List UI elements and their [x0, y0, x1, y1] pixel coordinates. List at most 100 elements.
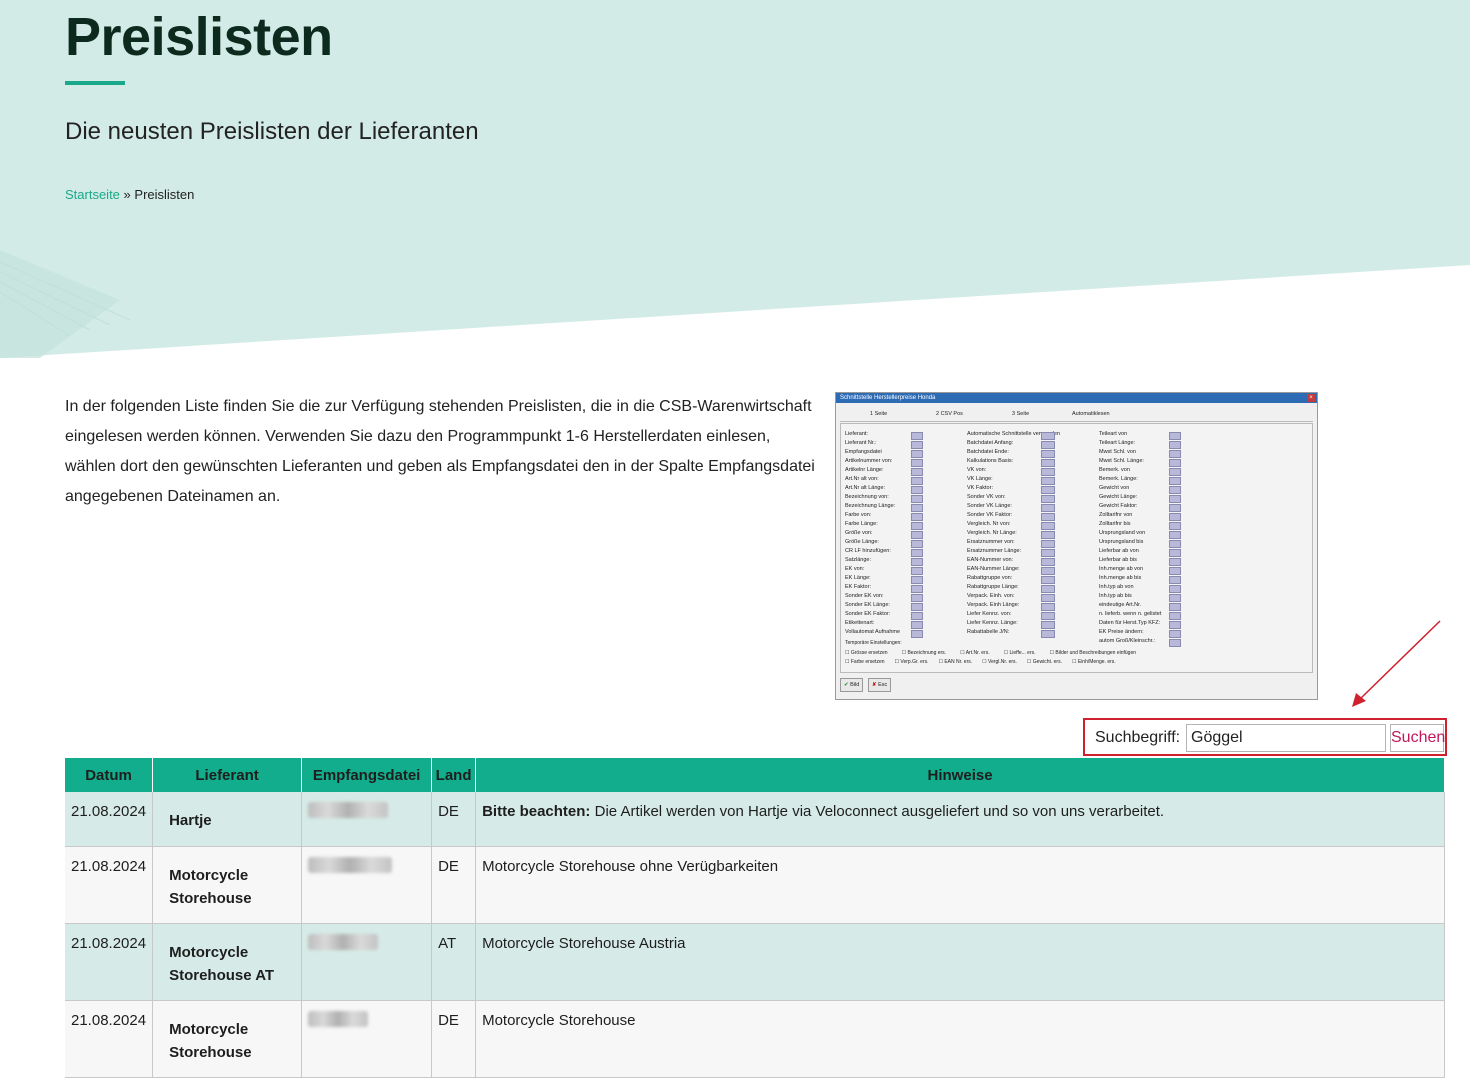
- cell-supplier: Motorcycle Storehouse: [152, 846, 303, 924]
- screenshot-field-label: Lieferant Nr.:: [845, 440, 877, 446]
- screenshot-field-label: Art.Nr alt von:: [845, 476, 879, 482]
- screenshot-field-label: Bezeichnung von:: [845, 494, 889, 500]
- screenshot-field-row: Teileart von: [1099, 430, 1311, 440]
- screenshot-field-row: Artikelnummer von:: [845, 457, 963, 467]
- screenshot-field-row: Inh.menge ab bis: [1099, 574, 1311, 584]
- screenshot-field-label: Inh.menge ab bis: [1099, 575, 1142, 581]
- screenshot-field-row: Inh.typ ab bis: [1099, 592, 1311, 602]
- screenshot-field-label: eindeutige Art.Nr.: [1099, 602, 1142, 608]
- screenshot-field-row: Bezeichnung Länge:: [845, 502, 963, 512]
- screenshot-field-row: Sonder VK Länge:: [967, 502, 1095, 512]
- screenshot-field-row: Sonder VK Faktor:: [967, 511, 1095, 521]
- breadcrumb-home-link[interactable]: Startseite: [65, 187, 120, 202]
- screenshot-field-row: Rabattabelle J/N:: [967, 628, 1095, 638]
- screenshot-field-label: Sonder EK Faktor:: [845, 611, 891, 617]
- screenshot-ok-button: ✔ Bild: [840, 678, 864, 692]
- screenshot-field-label: Sonder EK Länge:: [845, 602, 890, 608]
- screenshot-field-row: Sonder VK von:: [967, 493, 1095, 503]
- screenshot-field-row: Inh.menge ab von: [1099, 565, 1311, 575]
- screenshot-field-label: EAN-Nummer von:: [967, 557, 1014, 563]
- screenshot-field-label: Verpack. Einh. von:: [967, 593, 1015, 599]
- search-button[interactable]: Suchen: [1390, 724, 1445, 752]
- screenshot-field-label: EK von:: [845, 566, 865, 572]
- redacted-filename: [308, 856, 393, 873]
- screenshot-field-row: CR LF hinzufügen:: [845, 547, 963, 557]
- breadcrumb-separator: »: [123, 187, 131, 202]
- cell-country: DE: [431, 846, 477, 924]
- screenshot-checkbox-label: Lieffe... ers.: [1009, 650, 1036, 656]
- screenshot-checkbox-label: Gewicht. ers.: [1032, 659, 1062, 665]
- screenshot-field-row: eindeutige Art.Nr.: [1099, 601, 1311, 611]
- screenshot-field-row: Batchdatei Anfang:: [967, 439, 1095, 449]
- screenshot-esc-button: ✘ Esc: [867, 678, 892, 692]
- screenshot-field-row: VK Länge:: [967, 475, 1095, 485]
- screenshot-field-row: Vergleich. Nr Länge:: [967, 529, 1095, 539]
- screenshot-field-row: Vergleich. Nr von:: [967, 520, 1095, 530]
- screenshot-tab: 2 CSV Pos: [936, 411, 963, 417]
- screenshot-field-label: Etikettenart:: [845, 620, 875, 626]
- cell-notes: Motorcycle Storehouse ohne Verügbarkeite…: [475, 846, 1445, 924]
- breadcrumb: Startseite » Preislisten: [65, 187, 194, 202]
- screenshot-checkbox-label: Art.Nr. ers.: [965, 650, 990, 656]
- screenshot-field-row: Satzlänge:: [845, 556, 963, 566]
- cell-notes: Bitte beachten: Die Artikel werden von H…: [475, 792, 1445, 847]
- breadcrumb-current: Preislisten: [134, 187, 195, 202]
- cell-notes: Motorcycle Storehouse: [475, 1000, 1445, 1078]
- screenshot-field-label: Art.Nr alt Länge:: [845, 485, 886, 491]
- intro-text: In der folgenden Liste finden Sie die zu…: [65, 398, 815, 505]
- screenshot-field-row: Liefer Kennz. Länge:: [967, 619, 1095, 629]
- screenshot-field-label: EK Preise ändern:: [1099, 629, 1144, 635]
- screenshot-field-row: Rabattgruppe von:: [967, 574, 1095, 584]
- column-header-country: Land: [431, 758, 477, 792]
- screenshot-field-row: Automatische Schnittstelle verwenden: [967, 430, 1095, 440]
- screenshot-field-label: Mwst Schl. von: [1099, 449, 1136, 455]
- screenshot-field-label: Sonder VK Faktor:: [967, 512, 1013, 518]
- screenshot-field-row: Sonder EK von:: [845, 592, 963, 602]
- search-label: Suchbegriff:: [1095, 729, 1181, 746]
- notes-text: Die Artikel werden von Hartje via Veloco…: [590, 803, 1165, 820]
- screenshot-field-row: Daten für Herst.Typ KFZ:: [1099, 619, 1311, 629]
- screenshot-ok-label: Bild: [850, 682, 860, 688]
- title-underline: [65, 81, 125, 85]
- cell-date: 21.08.2024: [65, 1000, 154, 1078]
- cell-date: 21.08.2024: [65, 846, 154, 924]
- screenshot-checkbox-label: Bilder und Beschreibungen einfügen: [1055, 650, 1137, 656]
- screenshot-checkbox-label: Verp.Gr. ers.: [900, 659, 929, 665]
- screenshot-checkbox-label: EAN Nr. ers.: [944, 659, 973, 665]
- screenshot-field-label: Rabattgruppe Länge:: [967, 584, 1019, 590]
- screenshot-checkbox: ☐ Lieffe... ers.: [1004, 650, 1036, 656]
- screenshot-field-row: Ersatznummer Länge:: [967, 547, 1095, 557]
- screenshot-tabs: 1 Seite 2 CSV Pos 3 Seite Automatiklesen: [840, 411, 1313, 422]
- cell-country: AT: [431, 923, 477, 1001]
- screenshot-field-row: Verpack. Einh Länge:: [967, 601, 1095, 611]
- screenshot-field-label: Vollautomat Aufnahme: [845, 629, 901, 635]
- screenshot-field-row: Sonder EK Länge:: [845, 601, 963, 611]
- screenshot-checkbox: ☐ Verp.Gr. ers.: [895, 659, 929, 665]
- screenshot-field-row: EK Faktor:: [845, 583, 963, 593]
- close-icon: ×: [1307, 394, 1315, 402]
- cell-country: DE: [431, 1000, 477, 1078]
- cell-date: 21.08.2024: [65, 923, 154, 1001]
- screenshot-column-2: Automatische Schnittstelle verwenden Batc…: [967, 430, 1095, 638]
- screenshot-field-row: Etikettenart:: [845, 619, 963, 629]
- screenshot-field-row: Vollautomat Aufnahme: [845, 628, 963, 638]
- screenshot-checkbox-label: Grösse ersetzen: [850, 650, 888, 656]
- search-input[interactable]: [1186, 724, 1386, 752]
- screenshot-field-row: Bemerk. von: [1099, 466, 1311, 476]
- screenshot-checks-row-2: ☐ Farbe ersetzen ☐ Verp.Gr. ers. ☐ EAN Nr.…: [845, 659, 1126, 665]
- screenshot-field-row: Zolltarifnr bis: [1099, 520, 1311, 530]
- page-header: Preislisten Die neusten Preislisten der …: [0, 0, 1470, 360]
- screenshot-field-label: Rabattabelle J/N:: [967, 629, 1010, 635]
- screenshot-field-row: Gewicht Faktor:: [1099, 502, 1311, 512]
- redacted-filename: [308, 1010, 369, 1027]
- screenshot-field-row: Rabattgruppe Länge:: [967, 583, 1095, 593]
- screenshot-esc-label: Esc: [878, 682, 888, 688]
- screenshot-field-label: Verpack. Einh Länge:: [967, 602, 1020, 608]
- screenshot-field-label: Sonder VK von:: [967, 494, 1006, 500]
- screenshot-field-label: Batchdatei Ende:: [967, 449, 1009, 455]
- table-row: 21.08.2024 Motorcycle Storehouse DE Moto…: [65, 1000, 1445, 1078]
- screenshot-field-box: [911, 630, 923, 638]
- cell-file-redacted: [301, 792, 433, 847]
- table-row: 21.08.2024 Motorcycle Storehouse DE Moto…: [65, 846, 1445, 924]
- screenshot-field-label: Liefer Kennz. Länge:: [967, 620, 1018, 626]
